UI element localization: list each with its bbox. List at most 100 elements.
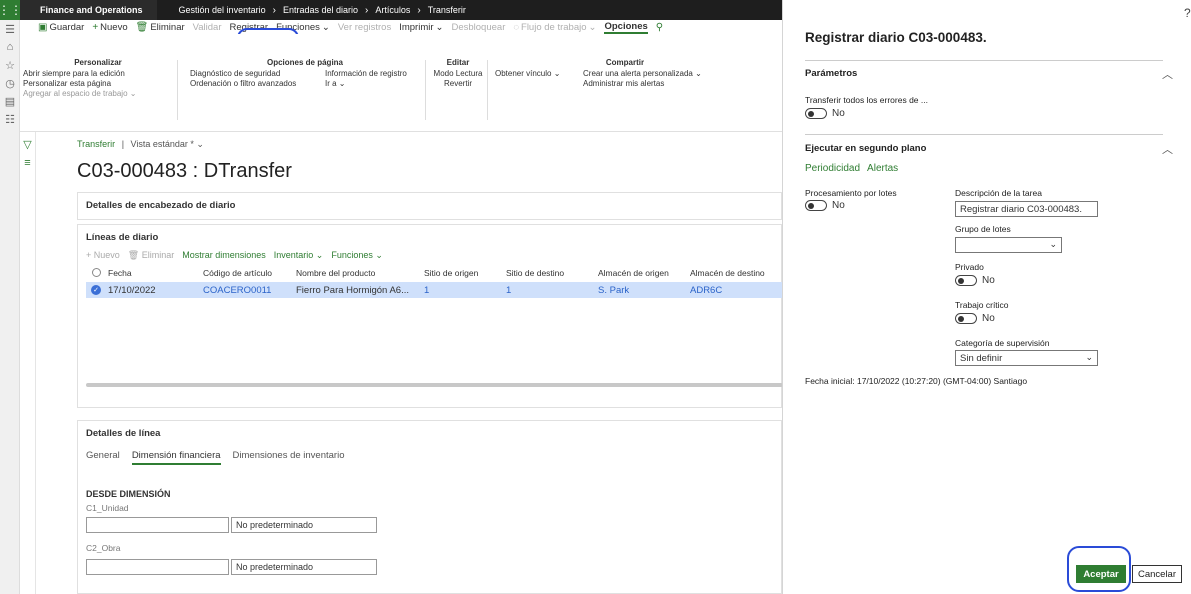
save-button[interactable]: ▣ Guardar	[38, 22, 84, 33]
select-all-checkbox[interactable]	[92, 267, 101, 279]
breadcrumb-transfer-link[interactable]: Transferir	[77, 139, 115, 149]
tab-financial-dimension[interactable]: Dimensión financiera	[131, 450, 221, 465]
dim1-input[interactable]	[86, 517, 229, 533]
show-dimensions-button[interactable]: Mostrar dimensiones	[182, 250, 266, 261]
parameters-section[interactable]: Parámetros ︿	[805, 66, 1185, 82]
cell-from-warehouse[interactable]: S. Park	[598, 285, 629, 296]
app-name[interactable]: Finance and Operations	[20, 0, 157, 20]
new-label: Nuevo	[100, 21, 128, 33]
group-edit-title: Editar	[446, 58, 470, 67]
col-to-site[interactable]: Sitio de destino	[506, 268, 564, 278]
print-menu[interactable]: Imprimir ⌄	[399, 22, 443, 33]
monitoring-category-select[interactable]: Sin definir ⌄	[955, 350, 1098, 366]
crumb-transfer[interactable]: Transferir	[428, 5, 466, 15]
line-delete-button[interactable]: 🗑 Eliminar	[128, 250, 174, 261]
cell-from-site[interactable]: 1	[424, 285, 429, 296]
background-section[interactable]: Ejecutar en segundo plano ︿	[805, 141, 1185, 157]
workspaces-icon[interactable]: ▤	[0, 92, 20, 110]
filter-icon[interactable]: ▽	[20, 138, 35, 151]
dim2-label: C2_Obra	[86, 543, 121, 553]
line-functions-label: Funciones	[331, 250, 373, 260]
col-to-warehouse[interactable]: Almacén de destino	[690, 268, 765, 278]
chevron-up-icon[interactable]: ︿	[1162, 141, 1173, 157]
private-value: No	[982, 275, 995, 286]
view-records-button[interactable]: Ver registros	[338, 22, 391, 33]
header-details-section[interactable]: Detalles de encabezado de diario	[77, 192, 782, 220]
tab-inventory-dimensions[interactable]: Dimensiones de inventario	[233, 450, 345, 465]
batch-group-select[interactable]: ⌄	[955, 237, 1062, 253]
chevron-up-icon[interactable]: ︿	[1162, 66, 1173, 82]
alerts-link[interactable]: Alertas	[867, 163, 898, 174]
batch-processing-toggle[interactable]: No	[805, 200, 845, 211]
cell-to-warehouse[interactable]: ADR6C	[690, 285, 722, 296]
table-row[interactable]: ✓ 17/10/2022 COACERO0011 Fierro Para Hor…	[86, 282, 783, 298]
line-delete-label: Eliminar	[141, 250, 175, 260]
crumb-inventory[interactable]: Gestión del inventario	[179, 5, 266, 15]
cell-date[interactable]: 17/10/2022	[108, 285, 156, 296]
personalize-page-link[interactable]: Personalizar esta página	[23, 79, 173, 89]
task-description-input[interactable]: Registrar diario C03-000483.	[955, 201, 1098, 217]
transfer-errors-label: Transferir todos los errores de ...	[805, 95, 928, 105]
go-to-menu[interactable]: Ir a ⌄	[325, 79, 346, 89]
custom-alert-menu[interactable]: Crear una alerta personalizada ⌄	[583, 69, 702, 79]
help-icon[interactable]: ?	[1184, 6, 1191, 20]
favorites-icon[interactable]: ☆	[0, 56, 20, 74]
line-new-button[interactable]: + Nuevo	[86, 250, 120, 261]
recent-icon[interactable]: ◷	[0, 74, 20, 92]
transfer-errors-value: No	[832, 108, 845, 119]
options-tab[interactable]: Opciones	[604, 21, 648, 34]
batch-group-label: Grupo de lotes	[955, 224, 1011, 234]
crumb-items[interactable]: Artículos	[375, 5, 410, 15]
crumb-journals[interactable]: Entradas del diario	[283, 5, 358, 15]
line-details-tabs: General Dimensión financiera Dimensiones…	[86, 450, 344, 465]
home-icon[interactable]: ⌂	[0, 38, 20, 56]
tab-general[interactable]: General	[86, 450, 120, 465]
horizontal-scrollbar[interactable]	[86, 383, 783, 387]
col-date[interactable]: Fecha	[108, 268, 132, 278]
app-launcher-icon[interactable]: ⋮⋮	[0, 0, 22, 20]
row-select-checkbox[interactable]: ✓	[91, 285, 101, 295]
dim2-input[interactable]	[86, 559, 229, 575]
security-diagnostics-link[interactable]: Diagnóstico de seguridad	[190, 69, 280, 79]
modules-icon[interactable]: ☷	[0, 110, 20, 128]
validate-button[interactable]: Validar	[193, 22, 222, 33]
manage-alerts-link[interactable]: Administrar mis alertas	[583, 79, 664, 89]
always-edit-link[interactable]: Abrir siempre para la edición	[23, 69, 173, 79]
col-product-name[interactable]: Nombre del producto	[296, 268, 375, 278]
line-functions-menu[interactable]: Funciones ⌄	[331, 250, 383, 261]
chevron-down-icon: ⌄	[1085, 352, 1093, 362]
cell-product-name[interactable]: Fierro Para Hormigón A6...	[296, 285, 409, 296]
col-from-site[interactable]: Sitio de origen	[424, 268, 478, 278]
private-toggle[interactable]: No	[955, 275, 995, 286]
read-mode-link[interactable]: Modo Lectura	[433, 69, 483, 79]
group-edit: Editar Modo Lectura Revertir	[433, 58, 483, 89]
transfer-errors-toggle[interactable]: No	[805, 108, 845, 119]
cancel-button[interactable]: Cancelar	[1132, 565, 1182, 583]
revert-link[interactable]: Revertir	[433, 79, 483, 89]
get-link-menu[interactable]: Obtener vínculo ⌄	[495, 69, 560, 79]
cell-to-site[interactable]: 1	[506, 285, 511, 296]
background-title: Ejecutar en segundo plano	[805, 143, 927, 154]
cell-item-code[interactable]: COACERO0011	[203, 285, 271, 296]
dim1-default-field[interactable]: No predeterminado	[231, 517, 377, 533]
ribbon-divider	[177, 60, 178, 120]
workflow-menu[interactable]: ◌ Flujo de trabajo ⌄	[513, 22, 596, 33]
critical-job-toggle[interactable]: No	[955, 313, 995, 324]
parameters-title: Parámetros	[805, 68, 858, 79]
hamburger-icon[interactable]: ☰	[0, 20, 20, 38]
col-from-warehouse[interactable]: Almacén de origen	[598, 268, 669, 278]
inventory-menu[interactable]: Inventario ⌄	[274, 250, 324, 261]
add-to-workspace-link[interactable]: Agregar al espacio de trabajo ⌄	[23, 89, 173, 99]
view-selector[interactable]: Vista estándar * ⌄	[131, 139, 204, 149]
unlock-button[interactable]: Desbloquear	[451, 22, 505, 33]
record-info-link[interactable]: Información de registro	[325, 69, 407, 79]
recurrence-link[interactable]: Periodicidad	[805, 163, 860, 174]
advanced-filter-link[interactable]: Ordenación o filtro avanzados	[190, 79, 296, 89]
list-icon[interactable]: ≡	[20, 157, 35, 169]
new-button[interactable]: + Nuevo	[92, 22, 127, 33]
dim2-default-field[interactable]: No predeterminado	[231, 559, 377, 575]
delete-button[interactable]: 🗑 Eliminar	[136, 22, 185, 33]
search-icon[interactable]: ⚲	[656, 22, 663, 33]
grid-header: Fecha Código de artículo Nombre del prod…	[86, 265, 783, 281]
col-item-code[interactable]: Código de artículo	[203, 268, 272, 278]
